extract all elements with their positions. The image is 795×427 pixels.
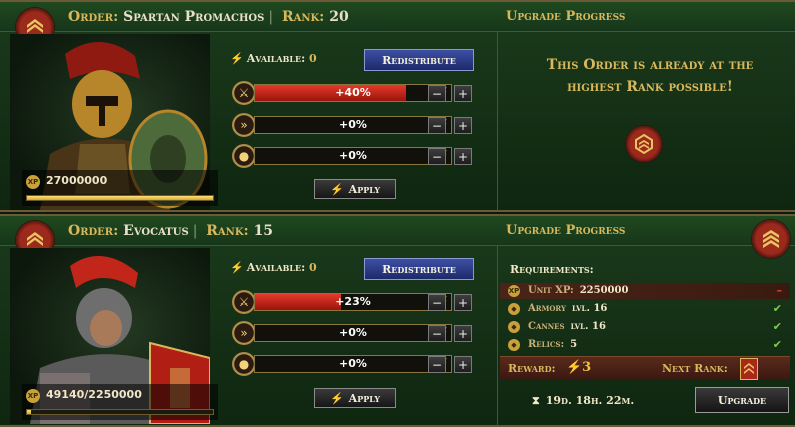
bolt-icon: ⚡	[230, 261, 244, 274]
increase-button[interactable]: +	[454, 294, 472, 311]
xp-progress-bar	[26, 195, 214, 201]
requirements-title: Requirements:	[510, 263, 594, 276]
stat-bar: +23%⚡	[254, 293, 452, 311]
bolt-icon: ⚡	[230, 52, 244, 65]
increase-button[interactable]: +	[454, 356, 472, 373]
relic-icon: ◆	[508, 339, 520, 351]
crossed-swords-icon: ⚔	[232, 290, 256, 314]
reward-value: ⚡3	[566, 360, 592, 375]
xp-value: 27000000	[46, 174, 108, 187]
xp-icon: XP	[26, 175, 40, 189]
next-rank-label: Next Rank:	[662, 362, 728, 375]
decrease-button[interactable]: −	[428, 85, 446, 102]
decrease-button[interactable]: −	[428, 148, 446, 165]
available-points: ⚡ Available: 0	[230, 261, 317, 274]
next-rank-chevron-icon	[752, 220, 790, 258]
next-rank-icon	[740, 358, 758, 380]
requirement-relics: ◆ Relics: 5 ✔	[500, 337, 790, 353]
stat-bar: +0%⚡	[254, 324, 452, 342]
max-rank-message: This Order is already at the highest Ran…	[546, 57, 754, 95]
xp-icon: XP	[26, 389, 40, 403]
hourglass-icon: ⧗	[532, 394, 540, 407]
decrease-button[interactable]: −	[428, 294, 446, 311]
max-rank-icon	[626, 126, 662, 162]
xp-icon: XP	[508, 285, 520, 297]
xp-progress-bar	[26, 409, 214, 415]
apply-button[interactable]: ⚡ Apply	[314, 179, 396, 199]
stat-row-attack: ⚔ +40%⚡ − +	[232, 81, 472, 105]
coin-bag-icon: ●	[232, 144, 256, 168]
increase-button[interactable]: +	[454, 148, 472, 165]
stat-row-speed: » +0%⚡ − +	[232, 321, 472, 345]
speed-chevrons-icon: »	[232, 113, 256, 137]
upgrade-progress-title: Upgrade Progress	[506, 223, 626, 238]
increase-button[interactable]: +	[454, 325, 472, 342]
decrease-button[interactable]: −	[428, 356, 446, 373]
check-icon: ✔	[772, 302, 782, 315]
redistribute-button[interactable]: Redistribute	[364, 49, 474, 71]
check-icon: ✔	[772, 338, 782, 351]
stat-bar: +0%⚡	[254, 147, 452, 165]
decrease-button[interactable]: −	[428, 117, 446, 134]
reward-bar: Reward: ⚡3 Next Rank:	[500, 356, 790, 380]
stat-row-attack: ⚔ +23%⚡ − +	[232, 290, 472, 314]
divider	[497, 32, 498, 210]
crossed-swords-icon: ⚔	[232, 81, 256, 105]
check-icon: ✔	[772, 320, 782, 333]
upgrade-timer: ⧗ 19d. 18h. 22m.	[532, 394, 635, 407]
order-panel-evocatus: Order: Evocatus | Rank: 15 Upgrade Progre…	[0, 214, 795, 427]
unmet-icon: –	[776, 284, 783, 297]
stat-bar: +0%⚡	[254, 355, 452, 373]
order-panel-spartan: Order: Spartan Promachos | Rank: 20 Upgra…	[0, 0, 795, 212]
increase-button[interactable]: +	[454, 85, 472, 102]
coin-bag-icon: ●	[232, 352, 256, 376]
xp-value: 49140/2250000	[46, 388, 142, 401]
apply-button[interactable]: ⚡ Apply	[314, 388, 396, 408]
increase-button[interactable]: +	[454, 117, 472, 134]
stat-bar: +40%⚡	[254, 84, 452, 102]
divider	[497, 246, 498, 425]
stat-row-speed: » +0%⚡ − +	[232, 113, 472, 137]
xp-area: XP 49140/2250000	[22, 384, 218, 420]
xp-area: XP 27000000	[22, 170, 218, 206]
reward-label: Reward:	[508, 362, 556, 375]
bolt-icon: ⚡	[329, 182, 344, 196]
cannes-icon: ◆	[508, 321, 520, 333]
stat-bar: +0%⚡	[254, 116, 452, 134]
requirement-armory: ◆ Armory lvl. 16 ✔	[500, 301, 790, 317]
upgrade-progress-title: Upgrade Progress	[506, 9, 626, 24]
unit-portrait: XP 27000000	[10, 34, 218, 210]
requirement-cannes: ◆ Cannes lvl. 16 ✔	[500, 319, 790, 335]
upgrade-button[interactable]: Upgrade	[695, 387, 789, 413]
requirement-unit-xp: XP Unit XP: 2250000 –	[500, 283, 790, 299]
available-points: ⚡ Available: 0	[230, 52, 317, 65]
order-title: Order: Spartan Promachos | Rank: 20	[68, 9, 349, 25]
redistribute-button[interactable]: Redistribute	[364, 258, 474, 280]
decrease-button[interactable]: −	[428, 325, 446, 342]
bolt-icon: ⚡	[329, 391, 344, 405]
order-title: Order: Evocatus | Rank: 15	[68, 223, 274, 239]
armory-icon: ◆	[508, 303, 520, 315]
stat-row-loot: ● +0%⚡ − +	[232, 352, 472, 376]
speed-chevrons-icon: »	[232, 321, 256, 345]
unit-portrait: XP 49140/2250000	[10, 248, 218, 425]
stat-row-loot: ● +0%⚡ − +	[232, 144, 472, 168]
